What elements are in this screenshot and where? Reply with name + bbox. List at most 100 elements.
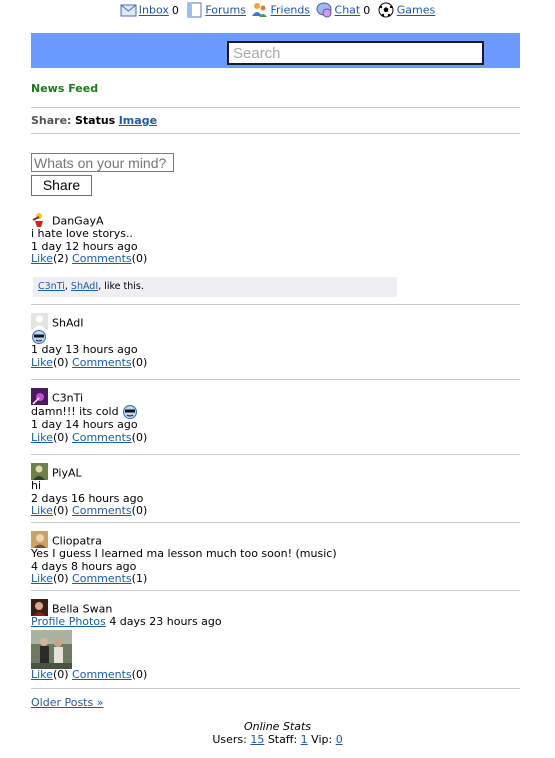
vip-count-link[interactable]: 0	[336, 733, 343, 746]
inbox-count: 0	[171, 3, 179, 17]
feed-post: DanGayA i hate love storys.. 1 day 12 ho…	[31, 211, 520, 266]
chat-icon	[316, 2, 332, 18]
profile-photos-link[interactable]: Profile Photos	[31, 615, 106, 628]
divider	[31, 590, 520, 591]
post-author[interactable]: ShAdI	[52, 317, 84, 330]
divider	[31, 379, 520, 380]
share-label: Share:	[31, 114, 72, 127]
nav-inbox-link[interactable]: Inbox	[139, 4, 169, 17]
comments-link[interactable]: Comments	[72, 431, 132, 444]
like-link[interactable]: Like	[31, 356, 53, 369]
comments-link[interactable]: Comments	[72, 668, 132, 681]
share-image-tab[interactable]: Image	[119, 114, 157, 127]
post-author[interactable]: C3nTi	[52, 392, 83, 405]
nav-forums-link[interactable]: Forums	[205, 4, 246, 17]
nav-games[interactable]: Games	[378, 2, 435, 18]
like-link[interactable]: Like	[31, 572, 53, 585]
feed-post: PiyAL hi 2 days 16 hours ago Like(0) Com…	[31, 463, 520, 518]
divider	[31, 522, 520, 523]
older-posts-link[interactable]: Older Posts »	[31, 696, 103, 709]
nav-chat-link[interactable]: Chat	[335, 4, 361, 17]
photo-thumbnail[interactable]	[31, 629, 72, 669]
avatar	[31, 531, 48, 548]
like-count: (0)	[52, 504, 69, 517]
comments-link[interactable]: Comments	[72, 356, 132, 369]
online-stats: Online Stats Users: 15 Staff: 1 Vip: 0	[0, 720, 555, 746]
comments-link[interactable]: Comments	[72, 504, 132, 517]
comments-link[interactable]: Comments	[72, 252, 132, 265]
news-feed-title: News Feed	[31, 82, 99, 95]
comment-count: (0)	[131, 252, 148, 265]
envelope-icon	[120, 4, 137, 17]
post-text	[31, 330, 520, 344]
users-label: Users:	[212, 732, 247, 746]
forums-icon	[187, 2, 202, 18]
like-link[interactable]: Like	[31, 252, 53, 265]
like-link[interactable]: Like	[31, 431, 53, 444]
like-count: (0)	[52, 667, 69, 681]
comment-count: (0)	[131, 504, 148, 517]
like-link[interactable]: Like	[31, 668, 53, 681]
post-author[interactable]: Cliopatra	[52, 535, 102, 548]
liked-by-user[interactable]: C3nTi	[38, 281, 65, 292]
post-text: Yes I guess I learned ma lesson much too…	[31, 547, 337, 560]
feed-post: Cliopatra Yes I guess I learned ma lesso…	[31, 531, 520, 586]
like-count: (0)	[52, 430, 69, 444]
feed-post: Bella Swan Profile Photos 4 days 23 hour…	[31, 599, 520, 681]
cool-face-icon	[123, 405, 138, 419]
cool-face-icon	[32, 330, 46, 344]
like-count: (2)	[52, 252, 69, 265]
like-count: (0)	[52, 355, 69, 369]
share-status-tab[interactable]: Status	[75, 114, 115, 127]
nav-inbox[interactable]: Inbox 0	[120, 2, 181, 18]
nav-chat[interactable]: Chat 0	[316, 2, 373, 18]
liked-by-suffix: , like this.	[98, 281, 144, 292]
search-input[interactable]	[227, 41, 484, 65]
post-text: i hate love storys..	[31, 227, 133, 240]
post-text: damn!!! its cold	[31, 405, 119, 418]
divider	[31, 107, 520, 108]
soccer-ball-icon	[378, 2, 394, 18]
avatar	[31, 463, 48, 480]
staff-label: Staff:	[267, 732, 298, 746]
comment-count: (0)	[131, 430, 148, 444]
divider	[31, 133, 520, 134]
share-button[interactable]: Share	[31, 175, 92, 196]
nav-friends-link[interactable]: Friends	[270, 4, 310, 17]
divider	[31, 304, 520, 305]
status-input[interactable]	[31, 153, 174, 172]
chat-count: 0	[363, 3, 371, 17]
avatar	[31, 313, 48, 330]
nav-games-link[interactable]: Games	[397, 4, 435, 17]
nav-friends[interactable]: Friends	[251, 2, 310, 18]
comment-count: (0)	[131, 355, 148, 369]
feed-post: ShAdI 1 day 13 hours ago Like(0) Comment…	[31, 313, 520, 369]
staff-count-link[interactable]: 1	[301, 733, 308, 746]
liked-by-separator: ,	[64, 281, 68, 292]
share-bar: Share: Status Image	[31, 114, 157, 127]
like-count: (0)	[52, 572, 69, 585]
friends-icon	[252, 3, 268, 17]
post-author[interactable]: PiyAL	[52, 467, 82, 480]
divider	[31, 454, 520, 455]
vip-label: Vip:	[311, 732, 333, 746]
post-text-row: damn!!! its cold	[31, 405, 520, 419]
comment-count: (0)	[131, 667, 148, 681]
nav-forums[interactable]: Forums	[186, 2, 246, 18]
like-link[interactable]: Like	[31, 504, 53, 517]
post-author[interactable]: Bella Swan	[52, 603, 112, 616]
header-bar	[31, 33, 520, 68]
post-text: hi	[31, 479, 42, 492]
avatar	[31, 211, 48, 228]
post-author[interactable]: DanGayA	[52, 215, 103, 228]
top-nav: Inbox 0 Forums Friends Chat 0 Games	[0, 2, 555, 22]
divider	[31, 688, 520, 689]
feed-post: C3nTi damn!!! its cold 1 day 14 hours ag…	[31, 388, 520, 444]
comment-count: (1)	[131, 572, 148, 585]
comments-link[interactable]: Comments	[72, 572, 132, 585]
users-count-link[interactable]: 15	[250, 733, 264, 746]
post-time: 4 days 23 hours ago	[109, 615, 222, 628]
avatar	[31, 599, 48, 616]
avatar	[31, 388, 48, 405]
liked-by-user[interactable]: ShAdI	[71, 281, 98, 292]
